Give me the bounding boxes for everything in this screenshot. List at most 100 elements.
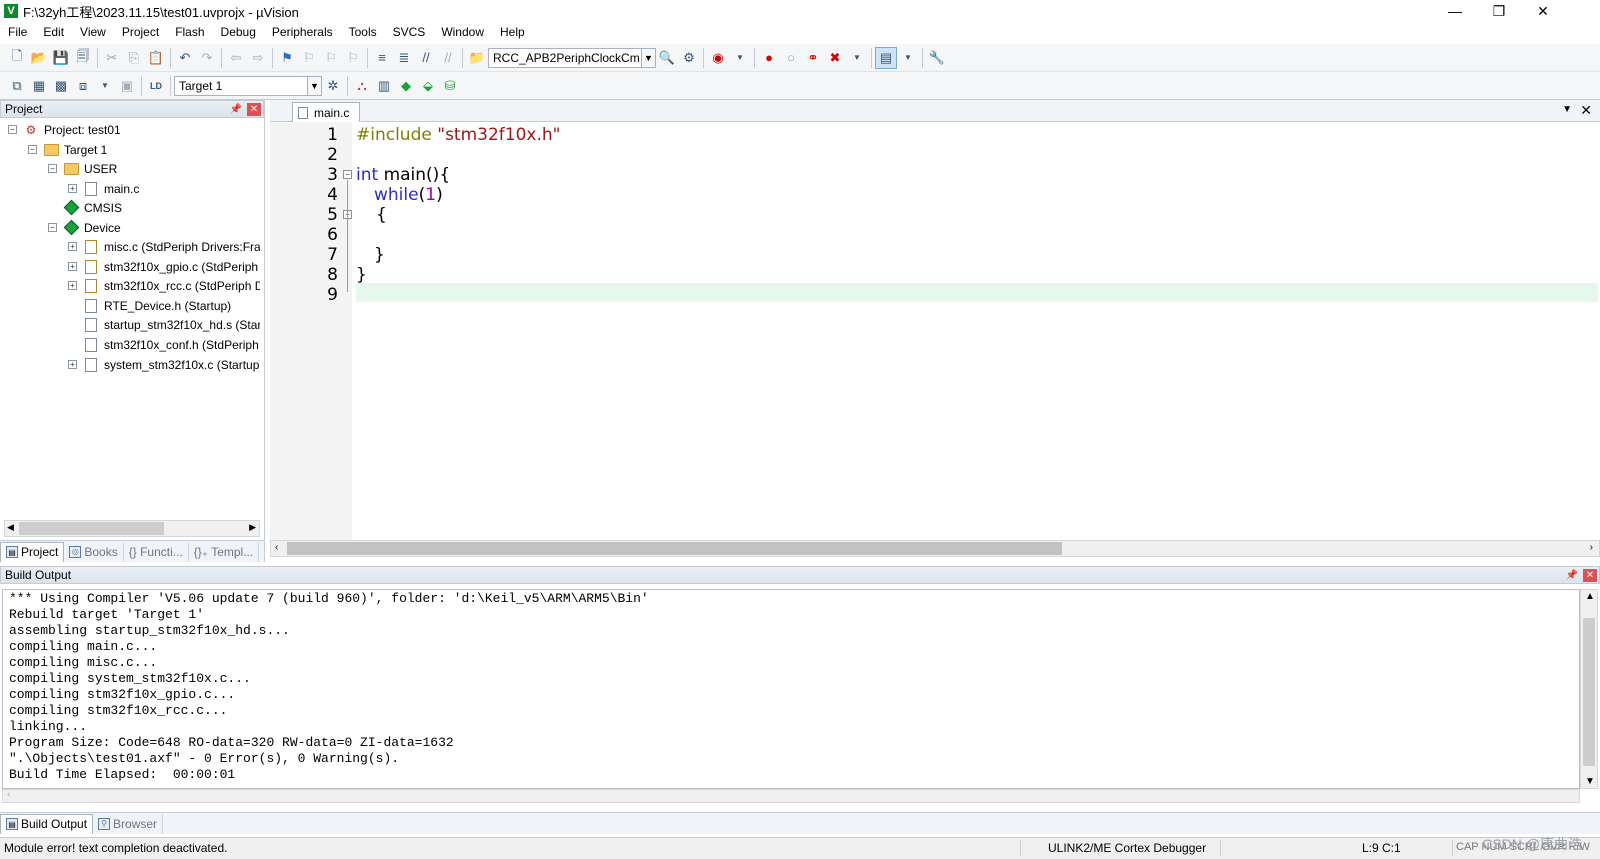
- find-combo[interactable]: RCC_APB2PeriphClockCm ▼: [488, 47, 656, 68]
- manage-rte-icon[interactable]: ◆: [395, 75, 417, 97]
- unindent-icon[interactable]: ≣: [393, 47, 415, 69]
- scroll-left-icon[interactable]: ‹: [275, 542, 278, 553]
- menu-help[interactable]: Help: [492, 22, 533, 42]
- scroll-left-icon[interactable]: ‹: [7, 789, 10, 800]
- chevron-down-icon[interactable]: ▼: [729, 47, 751, 69]
- undo-icon[interactable]: ↶: [174, 47, 196, 69]
- expand-icon[interactable]: +: [68, 262, 77, 271]
- tree-node-gpio-c[interactable]: + stm32f10x_gpio.c (StdPeriph D: [68, 257, 260, 276]
- editor-tab-main-c[interactable]: main.c: [292, 102, 360, 122]
- collapse-icon[interactable]: −: [28, 145, 37, 154]
- chevron-down-icon[interactable]: ▼: [1562, 104, 1572, 115]
- menu-flash[interactable]: Flash: [167, 22, 212, 42]
- editor-hscrollbar[interactable]: ‹ ›: [270, 540, 1600, 557]
- menu-svcs[interactable]: SVCS: [385, 22, 434, 42]
- menu-project[interactable]: Project: [114, 22, 167, 42]
- disable-breakpoints-icon[interactable]: ⚭: [802, 47, 824, 69]
- pin-icon[interactable]: 📌: [229, 103, 243, 116]
- menu-file[interactable]: File: [0, 22, 35, 42]
- scroll-right-icon[interactable]: ›: [1590, 542, 1593, 553]
- navigate-forward-icon[interactable]: ⇨: [247, 47, 269, 69]
- tree-node-main-c[interactable]: + main.c: [68, 179, 139, 198]
- menu-tools[interactable]: Tools: [341, 22, 385, 42]
- comment-icon[interactable]: //: [415, 47, 437, 69]
- tab-browser[interactable]: ⚲ Browser: [93, 813, 164, 834]
- menu-view[interactable]: View: [72, 22, 114, 42]
- next-bookmark-icon[interactable]: ⚐: [320, 47, 342, 69]
- chevron-down-icon[interactable]: ▼: [897, 47, 919, 69]
- debug-session-icon[interactable]: ◉: [707, 47, 729, 69]
- paste-icon[interactable]: 📋: [145, 47, 167, 69]
- scroll-right-icon[interactable]: ▶: [249, 522, 256, 533]
- open-file-icon[interactable]: 📂: [28, 47, 50, 69]
- tree-node-rcc-c[interactable]: + stm32f10x_rcc.c (StdPeriph Dr: [68, 276, 260, 295]
- tree-node-misc-c[interactable]: + misc.c (StdPeriph Drivers:Fram: [68, 237, 260, 256]
- menu-debug[interactable]: Debug: [213, 22, 264, 42]
- minimize-button[interactable]: —: [1432, 0, 1478, 22]
- save-all-icon[interactable]: 🗐: [72, 47, 94, 69]
- close-tab-icon[interactable]: ✕: [1580, 102, 1592, 119]
- tree-node-startup-s[interactable]: startup_stm32f10x_hd.s (Startu: [83, 315, 260, 334]
- expand-icon[interactable]: +: [68, 360, 77, 369]
- scroll-left-icon[interactable]: ◀: [7, 522, 14, 533]
- tab-build-output[interactable]: ▤ Build Output: [0, 813, 94, 834]
- collapse-icon[interactable]: −: [48, 223, 57, 232]
- batch-build-icon[interactable]: ⧈: [72, 75, 94, 97]
- translate-icon[interactable]: ⧉: [6, 75, 28, 97]
- select-packs-icon[interactable]: ⬙: [417, 75, 439, 97]
- expand-icon[interactable]: +: [68, 184, 77, 193]
- manage-project-items-icon[interactable]: ⛬: [351, 75, 373, 97]
- pin-icon[interactable]: 📌: [1565, 569, 1579, 582]
- tree-node-user-group[interactable]: − USER: [48, 159, 117, 178]
- tree-node-target[interactable]: − Target 1: [28, 140, 107, 159]
- tab-templates[interactable]: {}₊ Templ...: [189, 541, 260, 562]
- kill-breakpoints-icon[interactable]: ✖: [824, 47, 846, 69]
- target-select[interactable]: Target 1 ▼: [174, 75, 322, 96]
- collapse-icon[interactable]: −: [48, 164, 57, 173]
- prev-bookmark-icon[interactable]: ⚐: [298, 47, 320, 69]
- download-load-icon[interactable]: LD: [145, 75, 167, 97]
- expand-icon[interactable]: +: [68, 242, 77, 251]
- build-output-vscrollbar[interactable]: ▲ ▼: [1580, 589, 1598, 789]
- build-output-text[interactable]: *** Using Compiler 'V5.06 update 7 (buil…: [2, 589, 1580, 789]
- menu-window[interactable]: Window: [433, 22, 492, 42]
- chevron-down-icon[interactable]: ▼: [307, 76, 321, 95]
- scroll-up-icon[interactable]: ▲: [1585, 591, 1595, 602]
- menu-edit[interactable]: Edit: [35, 22, 72, 42]
- configure-wrench-icon[interactable]: 🔧: [926, 47, 948, 69]
- tab-project[interactable]: ▤ Project: [0, 541, 65, 562]
- tab-functions[interactable]: {} Functi...: [124, 541, 189, 562]
- chevron-down-icon[interactable]: ▼: [641, 48, 655, 67]
- tree-node-conf-h[interactable]: stm32f10x_conf.h (StdPeriph D: [83, 335, 260, 354]
- scroll-down-icon[interactable]: ▼: [1585, 776, 1595, 787]
- tree-node-device[interactable]: − Device: [48, 218, 121, 237]
- clear-bookmarks-icon[interactable]: ⚐: [342, 47, 364, 69]
- navigate-back-icon[interactable]: ⇦: [225, 47, 247, 69]
- build-icon[interactable]: ▦: [28, 75, 50, 97]
- tree-node-cmsis[interactable]: CMSIS: [63, 198, 122, 217]
- menu-peripherals[interactable]: Peripherals: [264, 22, 341, 42]
- uncomment-icon[interactable]: //: [437, 47, 459, 69]
- copy-icon[interactable]: ⎘: [123, 47, 145, 69]
- close-panel-icon[interactable]: ✕: [1583, 569, 1597, 582]
- tree-node-project[interactable]: − ⚙ Project: test01: [8, 120, 121, 139]
- new-file-icon[interactable]: 🗋: [6, 47, 28, 69]
- tree-node-system-c[interactable]: + system_stm32f10x.c (Startup): [68, 355, 260, 374]
- scroll-thumb[interactable]: [287, 542, 1062, 555]
- cut-icon[interactable]: ✂: [101, 47, 123, 69]
- save-icon[interactable]: 💾: [50, 47, 72, 69]
- file-extensions-icon[interactable]: ▥: [373, 75, 395, 97]
- indent-icon[interactable]: ≡: [371, 47, 393, 69]
- chevron-down-icon[interactable]: ▼: [846, 47, 868, 69]
- find-in-files-icon[interactable]: 📁: [466, 47, 488, 69]
- chevron-down-icon[interactable]: ▼: [94, 75, 116, 97]
- insert-breakpoint-icon[interactable]: ●: [758, 47, 780, 69]
- expand-icon[interactable]: +: [68, 281, 77, 290]
- scroll-thumb[interactable]: [19, 522, 164, 535]
- find-icon[interactable]: 🔍: [656, 47, 678, 69]
- project-tree-hscrollbar[interactable]: ◀ ▶: [4, 520, 260, 537]
- redo-icon[interactable]: ↷: [196, 47, 218, 69]
- window-layout-icon[interactable]: ▤: [875, 46, 897, 69]
- build-output-hscrollbar[interactable]: ‹: [2, 789, 1580, 803]
- collapse-icon[interactable]: −: [8, 125, 17, 134]
